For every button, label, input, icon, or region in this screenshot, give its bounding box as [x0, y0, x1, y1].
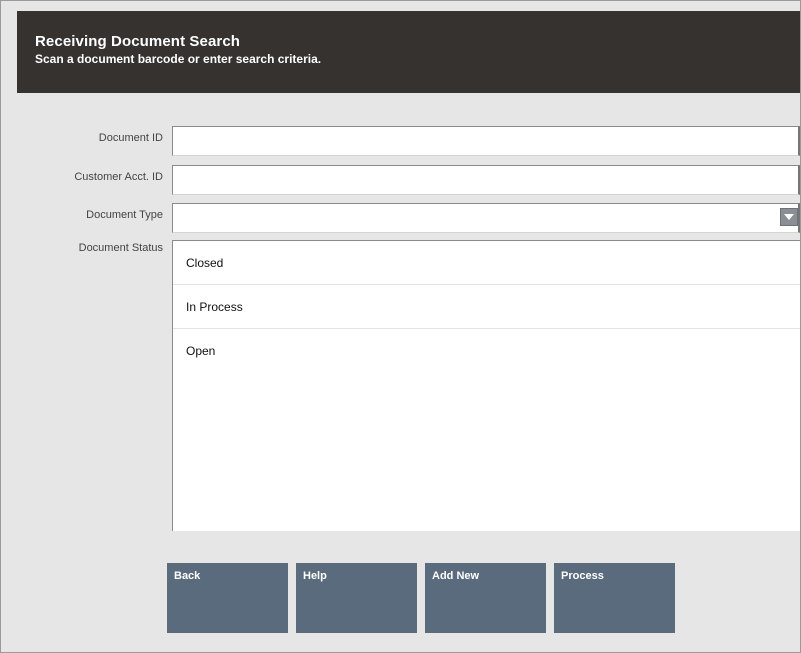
- document-id-label: Document ID: [98, 132, 163, 144]
- page-subtitle: Scan a document barcode or enter search …: [35, 52, 322, 66]
- page-header: Receiving Document Search Scan a documen…: [17, 11, 800, 93]
- document-status-list: Closed In Process Open: [172, 240, 800, 531]
- status-option-open[interactable]: Open: [173, 329, 800, 373]
- app-window: Receiving Document Search Scan a documen…: [0, 0, 801, 653]
- customer-acct-id-input[interactable]: [172, 165, 800, 195]
- status-option-closed[interactable]: Closed: [173, 241, 800, 285]
- document-id-input[interactable]: [172, 126, 800, 156]
- customer-acct-id-label: Customer Acct. ID: [74, 171, 163, 183]
- document-status-label: Document Status: [78, 242, 163, 254]
- help-button[interactable]: Help: [296, 563, 417, 633]
- document-type-label: Document Type: [86, 209, 163, 221]
- back-button[interactable]: Back: [167, 563, 288, 633]
- document-type-select[interactable]: [172, 203, 800, 233]
- page-title: Receiving Document Search: [35, 33, 241, 50]
- process-button[interactable]: Process: [554, 563, 675, 633]
- status-option-in-process[interactable]: In Process: [173, 285, 800, 329]
- dropdown-arrow-icon[interactable]: [780, 208, 798, 226]
- add-new-button[interactable]: Add New: [425, 563, 546, 633]
